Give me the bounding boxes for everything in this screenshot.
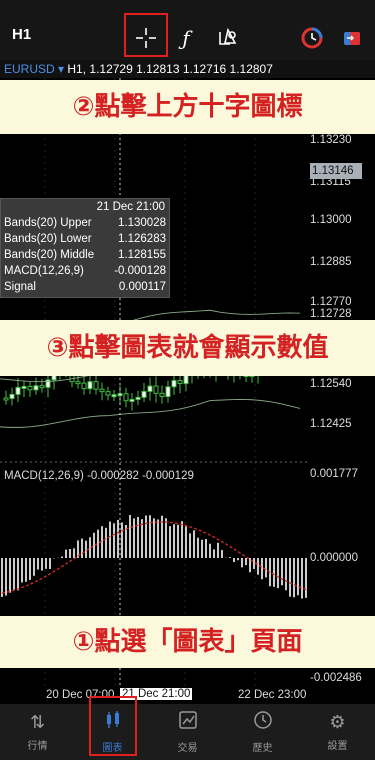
popup-row: Bands(20) Lower 1.126283 [4, 233, 166, 245]
popup-row: Bands(20) Middle 1.128155 [4, 249, 166, 261]
price-tick: 1.13230 [310, 134, 352, 146]
price-tick: 1.12425 [310, 418, 352, 430]
popup-time: 21 Dec 21:00 [96, 201, 165, 213]
chart-tab-highlight [89, 696, 137, 756]
candle-body [147, 385, 153, 392]
price-tick: 1.12885 [310, 256, 352, 268]
popup-value: 0.000117 [118, 281, 166, 293]
macd-label: MACD(12,26,9) -0.000282 -0.000129 [4, 470, 194, 482]
objects-icon[interactable] [210, 20, 246, 56]
candle-body [27, 385, 33, 391]
tab-label: 歷史 [252, 743, 273, 754]
price-tick: 1.12770 [310, 296, 352, 308]
candle-body [9, 393, 15, 399]
popup-value: -0.000128 [114, 265, 166, 277]
time-tick: 22 Dec 23:00 [238, 689, 307, 701]
symbol-info-bar: EURUSD ▾ H1, 1.12729 1.12813 1.12716 1.1… [0, 60, 375, 78]
symbol-name[interactable]: EURUSD [4, 62, 55, 76]
banner-step2: ②點擊上方十字圖標 [0, 80, 375, 134]
candle-body [129, 398, 135, 402]
current-price-label: 1.13146 [310, 163, 362, 179]
macd-axis-mid: 0.000000 [310, 552, 358, 564]
candle-body [75, 381, 81, 385]
ohlc-info: H1, 1.12729 1.12813 1.12716 1.12807 [67, 62, 273, 76]
candle-body [15, 386, 21, 395]
tab-quotes[interactable]: ⇅ 行情 [0, 704, 75, 760]
candle-body [135, 396, 141, 400]
macd-axis-bottom: -0.002486 [310, 672, 362, 684]
candle-body [3, 397, 9, 401]
candle-body [141, 390, 147, 398]
price-tick: 1.13000 [310, 214, 352, 226]
tab-label: 交易 [177, 743, 198, 754]
quotes-icon: ⇅ [29, 712, 46, 732]
popup-value: 1.126283 [118, 233, 166, 245]
tab-settings[interactable]: ⚙ 設置 [300, 704, 375, 760]
function-icon[interactable]: ƒ [168, 20, 204, 56]
price-tick: 1.12728 [310, 308, 352, 320]
crosshair-highlight [124, 13, 168, 57]
candle-body [165, 386, 171, 398]
popup-label: MACD(12,26,9) [4, 265, 84, 277]
timeframe-button[interactable]: H1 [12, 26, 31, 43]
popup-value: 1.128155 [118, 249, 166, 261]
popup-label: Signal [4, 281, 36, 293]
candle-body [153, 385, 159, 394]
bottom-tab-bar: ⇅ 行情 圖表 交易 歷史 ⚙ 設置 [0, 704, 375, 760]
candle-body [123, 393, 129, 402]
candle-body [99, 388, 105, 393]
candle-body [81, 382, 87, 390]
popup-label: Bands(20) Middle [4, 249, 95, 261]
candle-body [105, 391, 111, 396]
popup-row: Bands(20) Upper 1.130028 [4, 217, 166, 229]
tab-trade[interactable]: 交易 [150, 704, 225, 760]
candle-body [159, 392, 165, 398]
macd-histogram [1, 515, 307, 599]
banner-step3: ③點擊圖表就會顯示數值 [0, 320, 375, 376]
tab-label: 設置 [327, 741, 348, 752]
top-toolbar: H1 ƒ [0, 0, 375, 60]
candle-body [33, 385, 39, 391]
banner-step1: ①點選「圖表」頁面 [0, 616, 375, 668]
candle-body [21, 385, 27, 389]
settings-icon: ⚙ [329, 712, 346, 732]
popup-value: 1.130028 [118, 217, 166, 229]
popup-row: MACD(12,26,9) -0.000128 [4, 265, 166, 277]
candle-body [177, 379, 183, 385]
time-axis: 20 Dec 07:00 21 Dec 21:00 22 Dec 23:00 [0, 686, 375, 704]
candle-body [39, 385, 45, 389]
tab-history[interactable]: 歷史 [225, 704, 300, 760]
candle-body [87, 381, 93, 390]
candle-body [111, 394, 117, 398]
tab-label: 行情 [27, 741, 48, 752]
candle-body [93, 381, 99, 390]
macd-axis-top: 0.001777 [310, 468, 358, 480]
popup-label: Bands(20) Upper [4, 217, 92, 229]
popup-row: Signal 0.000117 [4, 281, 166, 293]
price-tick: 1.12540 [310, 378, 352, 390]
indicator-icon[interactable] [294, 20, 330, 56]
history-icon [253, 710, 273, 735]
trade-icon [178, 710, 198, 735]
symbol-dropdown-icon[interactable]: ▾ [58, 62, 64, 76]
candle-body [171, 379, 177, 388]
data-window-popup: 21 Dec 21:00 Bands(20) Upper 1.130028 Ba… [0, 198, 170, 298]
popup-label: Bands(20) Lower [4, 233, 92, 245]
trade-toolbar-icon[interactable] [334, 20, 370, 56]
